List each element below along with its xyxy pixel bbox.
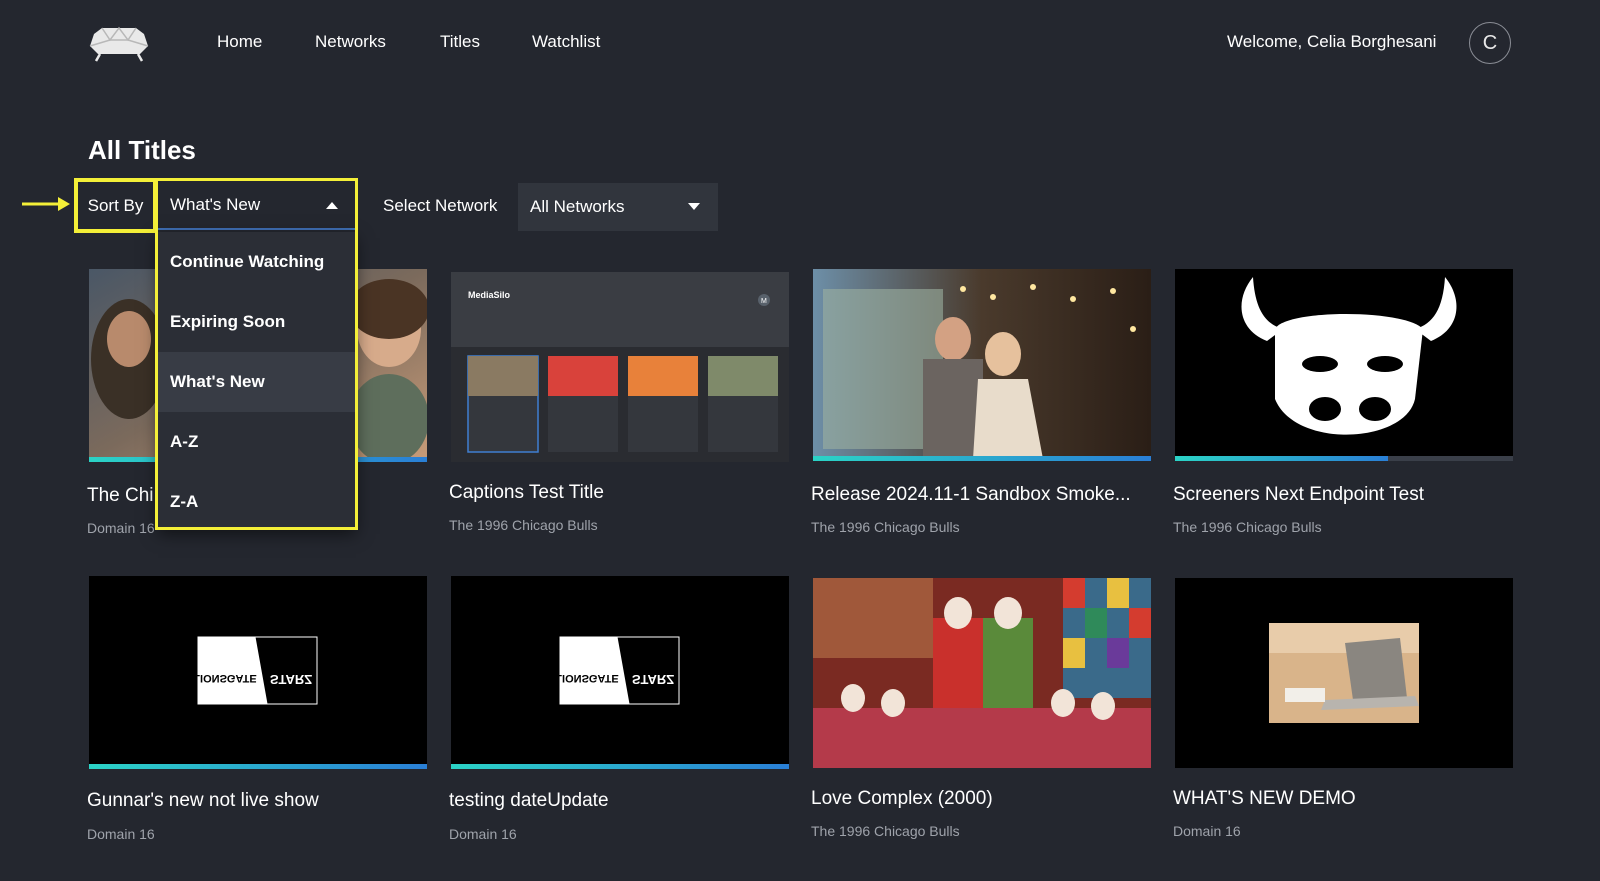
card-subtitle: The 1996 Chicago Bulls (449, 517, 598, 533)
card-title[interactable]: testing dateUpdate (449, 790, 609, 812)
sort-option-z-a[interactable]: Z-A (158, 472, 356, 532)
card-subtitle: Domain 16 (87, 520, 155, 536)
title-thumbnail[interactable]: MediaSilo M (451, 272, 789, 462)
logo-right-text: STARZ (270, 672, 312, 687)
sort-dropdown-menu: Continue Watching Expiring Soon What's N… (158, 232, 356, 528)
network-select[interactable]: All Networks (518, 183, 718, 231)
watch-progress-bar (89, 764, 427, 769)
nav-titles[interactable]: Titles (440, 32, 480, 52)
card-subtitle: The 1996 Chicago Bulls (811, 519, 960, 535)
sort-option-whats-new[interactable]: What's New (158, 352, 356, 412)
card-subtitle: Domain 16 (449, 826, 517, 842)
card-subtitle: The 1996 Chicago Bulls (811, 823, 960, 839)
watch-progress-fill (451, 764, 789, 769)
network-selected-value: All Networks (530, 197, 625, 216)
sort-option-expiring-soon[interactable]: Expiring Soon (158, 292, 356, 352)
logo-left-text: LIONSGATE (555, 672, 618, 684)
sort-option-a-z[interactable]: A-Z (158, 412, 356, 472)
title-thumbnail[interactable] (813, 578, 1151, 768)
logo-right-text: STARZ (632, 672, 674, 687)
card-title[interactable]: Love Complex (2000) (811, 788, 993, 810)
watch-progress-fill (813, 456, 1151, 461)
select-network-label: Select Network (383, 196, 498, 215)
title-thumbnail[interactable] (813, 269, 1151, 459)
watch-progress-bar (1175, 456, 1513, 461)
title-thumbnail[interactable]: LIONSGATE STARZ (89, 576, 427, 766)
sort-select[interactable]: What's New (158, 182, 356, 230)
logo-left-text: LIONSGATE (193, 672, 256, 684)
title-thumbnail[interactable] (1175, 578, 1513, 768)
page-title: All Titles (88, 135, 196, 165)
watch-progress-bar (451, 764, 789, 769)
watch-progress-bar (813, 456, 1151, 461)
title-thumbnail[interactable]: LIONSGATE STARZ (451, 576, 789, 766)
mediasilo-brand-text: MediaSilo (468, 290, 511, 300)
card-title[interactable]: Gunnar's new not live show (87, 790, 319, 812)
card-title[interactable]: The Chi (87, 485, 154, 507)
card-subtitle: The 1996 Chicago Bulls (1173, 519, 1322, 535)
watch-progress-fill (89, 764, 427, 769)
card-subtitle: Domain 16 (87, 826, 155, 842)
title-thumbnail[interactable] (1175, 269, 1513, 459)
card-title[interactable]: Captions Test Title (449, 482, 604, 504)
welcome-text: Welcome, Celia Borghesani (1227, 32, 1437, 51)
card-subtitle: Domain 16 (1173, 823, 1241, 839)
mediasilo-avatar-text: M (761, 298, 767, 305)
card-title[interactable]: WHAT'S NEW DEMO (1173, 788, 1356, 810)
nav-home[interactable]: Home (217, 32, 262, 52)
caret-up-icon (326, 202, 338, 209)
sort-by-label: Sort By (74, 178, 157, 233)
sort-option-continue-watching[interactable]: Continue Watching (158, 232, 356, 292)
watch-progress-fill (1175, 456, 1388, 461)
sort-selected-value: What's New (170, 195, 261, 214)
nav-watchlist[interactable]: Watchlist (532, 32, 600, 52)
sofa-logo-icon[interactable] (88, 24, 150, 62)
caret-down-icon (688, 203, 700, 210)
arrow-right-icon (22, 194, 72, 214)
card-title[interactable]: Release 2024.11-1 Sandbox Smoke... (811, 484, 1131, 506)
card-title[interactable]: Screeners Next Endpoint Test (1173, 484, 1424, 506)
nav-networks[interactable]: Networks (315, 32, 386, 52)
user-avatar[interactable]: C (1469, 22, 1511, 64)
